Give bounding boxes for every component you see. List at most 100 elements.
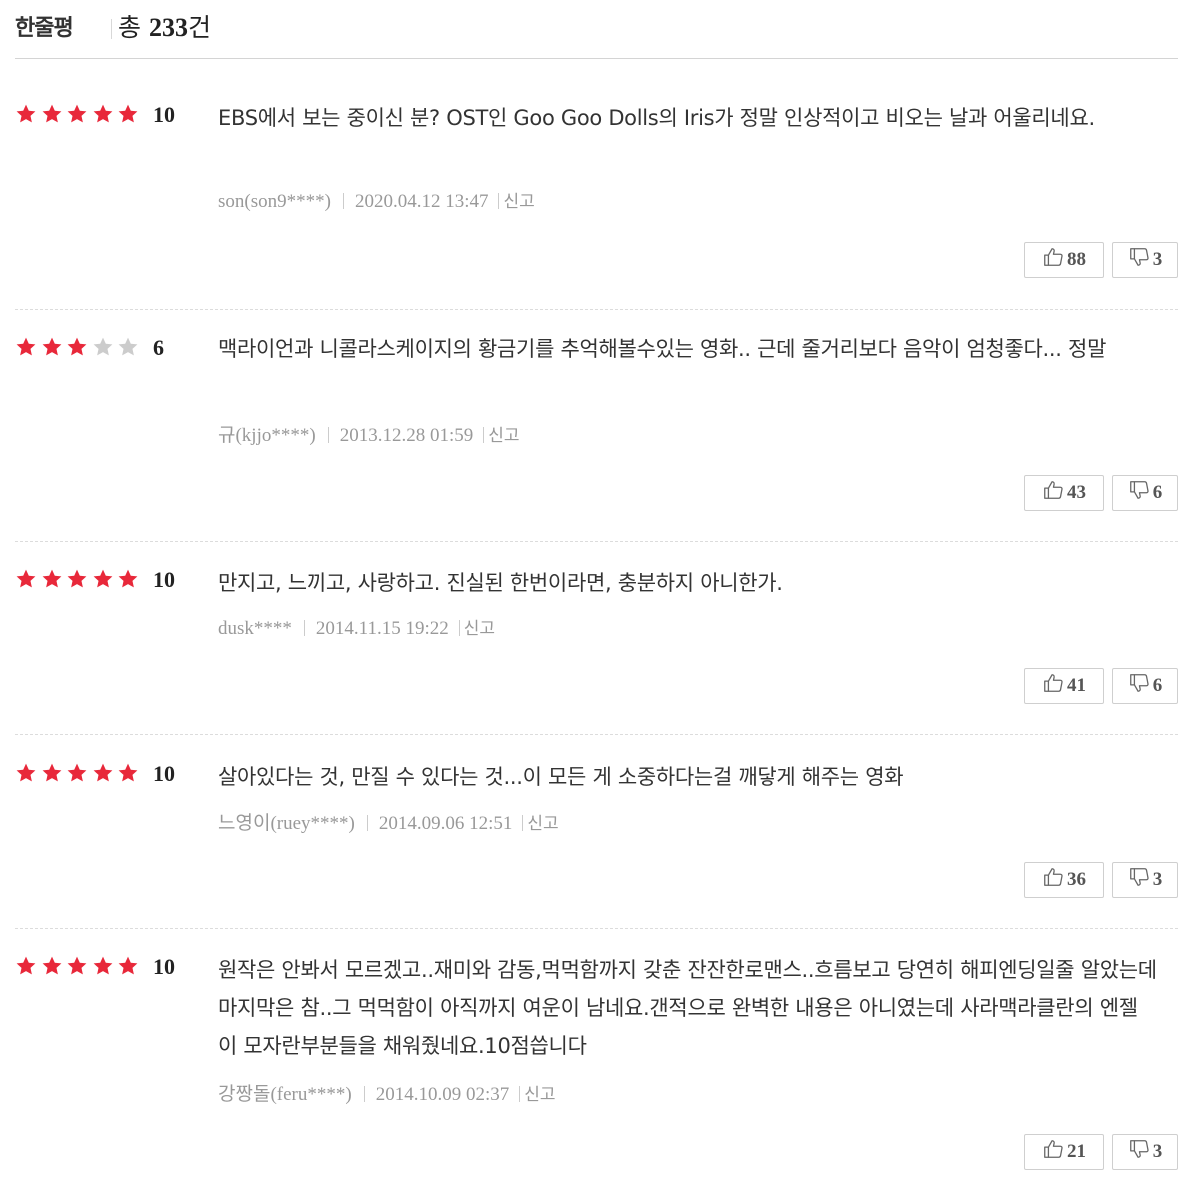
thumbs-up-icon [1042,1138,1064,1166]
like-button[interactable]: 88 [1024,242,1104,278]
review-author: 강짱돌(feru****) [218,1084,352,1105]
like-count: 36 [1067,869,1086,890]
dislike-button[interactable]: 3 [1112,862,1178,898]
review-text: 살아있다는 것, 만질 수 있다는 것...이 모든 게 소중하다는걸 깨닿게 … [218,765,904,789]
meta-divider [363,1086,365,1102]
review-item: 10 살아있다는 것, 만질 수 있다는 것...이 모든 게 소중하다는걸 깨… [15,761,1178,929]
like-button[interactable]: 36 [1024,862,1104,898]
star-rating [15,761,143,787]
meta-divider [327,427,329,443]
review-datetime: 2013.12.28 01:59 [339,425,474,446]
star-icon [15,568,41,592]
vote-buttons: 41 6 [1024,668,1178,704]
star-icon [117,336,143,360]
review-header: 한줄평 총 233건 [15,6,1178,59]
review-item: 10 원작은 안봐서 모르겠고..재미와 감동,먹먹함까지 갖춘 잔잔한로맨스.… [15,954,1178,1179]
star-icon [92,955,118,979]
total-prefix: 총 [118,13,149,42]
star-icon [15,336,41,360]
meta-divider [519,1086,521,1102]
meta-divider [498,193,500,209]
star-icon [15,103,41,127]
review-score: 10 [153,761,175,786]
review-score: 10 [153,102,175,127]
section-title: 한줄평 [15,16,74,41]
star-icon [15,762,41,786]
review-meta: dusk**** 2014.11.15 19:22 신고 [218,617,495,641]
star-icon [117,568,143,592]
review-meta: 규(kjjo****) 2013.12.28 01:59 신고 [218,424,520,448]
review-meta: 느영이(ruey****) 2014.09.06 12:51 신고 [218,812,559,836]
star-icon [41,336,67,360]
star-icon [92,103,118,127]
like-button[interactable]: 41 [1024,668,1104,704]
meta-divider [483,427,485,443]
review-text: 맥라이언과 니콜라스케이지의 황금기를 추억해볼수있는 영화.. 근데 줄거리보… [218,337,1107,361]
dislike-button[interactable]: 6 [1112,475,1178,511]
total-count-label: 총 233건 [118,8,211,44]
report-link[interactable]: 신고 [524,1085,555,1105]
report-link[interactable]: 신고 [488,426,519,446]
star-icon [41,103,67,127]
review-author: dusk**** [218,618,292,639]
meta-divider [522,815,524,831]
review-score: 6 [153,335,164,360]
review-item: 10 EBS에서 보는 중이신 분? OST인 Goo Goo Dolls의 I… [15,102,1178,310]
dislike-count: 3 [1152,869,1163,890]
meta-divider [366,815,368,831]
star-icon [117,103,143,127]
star-icon [66,103,92,127]
star-icon [66,568,92,592]
like-button[interactable]: 21 [1024,1134,1104,1170]
star-icon [92,568,118,592]
vote-buttons: 88 3 [1024,242,1178,278]
review-datetime: 2020.04.12 13:47 [354,191,489,212]
review-author: 느영이(ruey****) [218,813,355,834]
total-suffix: 건 [187,13,211,42]
thumbs-down-icon [1128,246,1150,274]
star-icon [41,568,67,592]
dislike-button[interactable]: 3 [1112,242,1178,278]
review-score: 10 [153,567,175,592]
star-icon [92,336,118,360]
report-link[interactable]: 신고 [527,814,558,834]
total-count: 233 [148,13,188,42]
review-datetime: 2014.11.15 19:22 [315,618,449,639]
dislike-count: 6 [1152,482,1163,503]
report-link[interactable]: 신고 [464,619,495,639]
thumbs-down-icon [1128,672,1150,700]
review-meta: son(son9****) 2020.04.12 13:47 신고 [218,190,535,214]
review-datetime: 2014.09.06 12:51 [378,813,513,834]
meta-divider [303,620,305,636]
dislike-button[interactable]: 6 [1112,668,1178,704]
review-item: 6 맥라이언과 니콜라스케이지의 황금기를 추억해볼수있는 영화.. 근데 줄거… [15,335,1178,542]
star-icon [15,955,41,979]
like-button[interactable]: 43 [1024,475,1104,511]
like-count: 21 [1067,1141,1086,1162]
review-text: 만지고, 느끼고, 사랑하고. 진실된 한번이라면, 충분하지 아니한가. [218,571,783,595]
like-count: 43 [1067,482,1086,503]
star-icon [66,336,92,360]
vote-buttons: 36 3 [1024,862,1178,898]
review-author: son(son9****) [218,191,331,212]
dislike-count: 3 [1152,249,1163,270]
star-icon [66,955,92,979]
review-text: EBS에서 보는 중이신 분? OST인 Goo Goo Dolls의 Iris… [218,106,1095,130]
thumbs-up-icon [1042,866,1064,894]
review-datetime: 2014.10.09 02:37 [375,1084,510,1105]
report-link[interactable]: 신고 [503,192,534,212]
thumbs-up-icon [1042,672,1064,700]
review-score: 10 [153,954,175,979]
header-divider [111,19,112,39]
star-icon [117,762,143,786]
dislike-button[interactable]: 3 [1112,1134,1178,1170]
star-icon [117,955,143,979]
star-icon [66,762,92,786]
thumbs-down-icon [1128,866,1150,894]
review-text: 원작은 안봐서 모르겠고..재미와 감동,먹먹함까지 갖춘 잔잔한로맨스..흐름… [218,958,1157,1058]
vote-buttons: 21 3 [1024,1134,1178,1170]
thumbs-down-icon [1128,1138,1150,1166]
meta-divider [342,193,344,209]
dislike-count: 6 [1152,675,1163,696]
review-author: 규(kjjo****) [218,425,316,446]
